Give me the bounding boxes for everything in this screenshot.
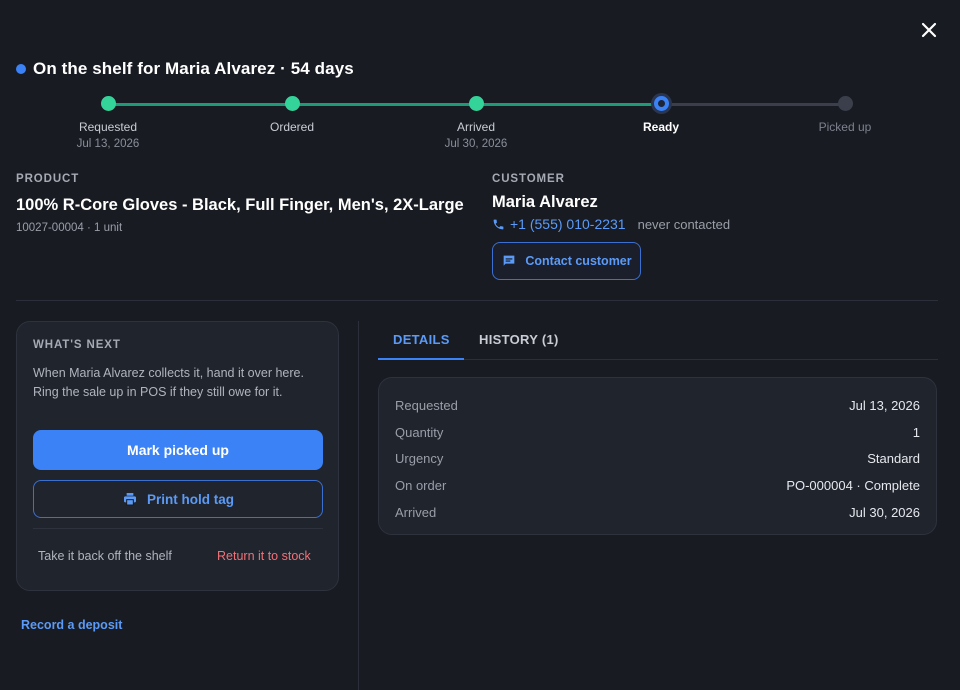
- status-stepper: Requested Jul 13, 2026 Ordered Arrived J…: [0, 90, 960, 160]
- step-dot-picked-up: [837, 96, 853, 111]
- customer-name: Maria Alvarez: [492, 193, 598, 211]
- print-hold-tag-label: Print hold tag: [147, 491, 234, 507]
- detail-tabs: DETAILS HISTORY (1): [378, 320, 938, 360]
- phone-number: +1 (555) 010-2231: [510, 216, 626, 232]
- stepper-track-completed: [108, 102, 661, 106]
- contact-status: never contacted: [637, 216, 731, 232]
- print-hold-tag-button[interactable]: Print hold tag: [33, 480, 323, 518]
- section-divider: [16, 300, 938, 301]
- phone-link[interactable]: +1 (555) 010-2231: [492, 216, 626, 232]
- detail-value: PO-000004 · Complete: [786, 478, 920, 494]
- title-text: On the shelf for Maria Alvarez · 54 days: [33, 59, 354, 78]
- detail-row-quantity: Quantity 1: [395, 419, 920, 446]
- step-dot-arrived: [468, 96, 484, 111]
- step-dot-requested: [100, 96, 116, 111]
- detail-row-arrived: Arrived Jul 30, 2026: [395, 499, 920, 526]
- detail-label: On order: [395, 478, 447, 494]
- detail-value: Jul 30, 2026: [849, 505, 920, 521]
- return-to-stock-link[interactable]: Return it to stock: [217, 549, 311, 563]
- step-date-arrived: Jul 30, 2026: [444, 138, 508, 150]
- product-section: PRODUCT 100% R-Core Gloves - Black, Full…: [16, 173, 476, 234]
- printer-icon: [124, 493, 136, 506]
- mark-picked-up-button[interactable]: Mark picked up: [33, 430, 323, 470]
- step-label-requested: Requested: [78, 120, 138, 134]
- detail-label: Urgency: [395, 451, 444, 467]
- product-meta: 10027-00004 · 1 unit: [16, 222, 123, 234]
- stepper-track-remaining: [661, 102, 845, 106]
- customer-section-label: CUSTOMER: [492, 173, 565, 185]
- column-divider: [358, 321, 359, 690]
- phone-icon: [493, 219, 504, 229]
- product-section-label: PRODUCT: [16, 173, 80, 185]
- contact-customer-label: Contact customer: [525, 254, 632, 268]
- chat-icon: [504, 255, 515, 266]
- card-divider: [33, 528, 323, 529]
- phone-row: +1 (555) 010-2231 never contacted: [492, 216, 932, 232]
- details-card: Requested Jul 13, 2026 Quantity 1 Urgenc…: [378, 377, 937, 535]
- step-label-ready: Ready: [642, 120, 680, 134]
- status-dot-icon: [16, 64, 26, 74]
- detail-row-urgency: Urgency Standard: [395, 446, 920, 473]
- request-detail-panel: On the shelf for Maria Alvarez · 54 days…: [0, 0, 960, 690]
- step-label-ordered: Ordered: [269, 120, 315, 134]
- whats-next-card: WHAT'S NEXT When Maria Alvarez collects …: [16, 321, 339, 591]
- close-button[interactable]: [917, 18, 941, 42]
- detail-row-on-order: On order PO-000004 · Complete: [395, 472, 920, 499]
- detail-label: Requested: [395, 397, 458, 413]
- record-deposit-link[interactable]: Record a deposit: [21, 618, 122, 632]
- step-label-arrived: Arrived: [456, 120, 495, 134]
- page-title: On the shelf for Maria Alvarez · 54 days: [16, 59, 354, 79]
- step-date-requested: Jul 13, 2026: [76, 138, 140, 150]
- detail-value: 1: [912, 424, 920, 440]
- close-icon: [921, 22, 937, 38]
- step-dot-ready: [653, 96, 669, 111]
- step-label-picked-up: Picked up: [818, 120, 872, 134]
- detail-value: Standard: [867, 451, 920, 467]
- detail-label: Quantity: [395, 424, 444, 440]
- whats-next-label: WHAT'S NEXT: [33, 339, 121, 351]
- take-back-off-shelf-text: Take it back off the shelf: [38, 549, 172, 563]
- whats-next-text: When Maria Alvarez collects it, hand it …: [33, 366, 304, 399]
- active-tab-indicator: [378, 358, 464, 360]
- detail-row-requested: Requested Jul 13, 2026: [395, 392, 920, 419]
- customer-section: CUSTOMER Maria Alvarez +1 (555) 010-2231…: [492, 173, 932, 280]
- contact-customer-button[interactable]: Contact customer: [492, 242, 641, 280]
- step-dot-ordered: [284, 96, 300, 111]
- detail-value: Jul 13, 2026: [849, 397, 920, 413]
- tab-details[interactable]: DETAILS: [393, 332, 450, 347]
- product-name: 100% R-Core Gloves - Black, Full Finger,…: [16, 196, 464, 214]
- detail-label: Arrived: [395, 505, 437, 521]
- tab-history[interactable]: HISTORY (1): [479, 332, 559, 347]
